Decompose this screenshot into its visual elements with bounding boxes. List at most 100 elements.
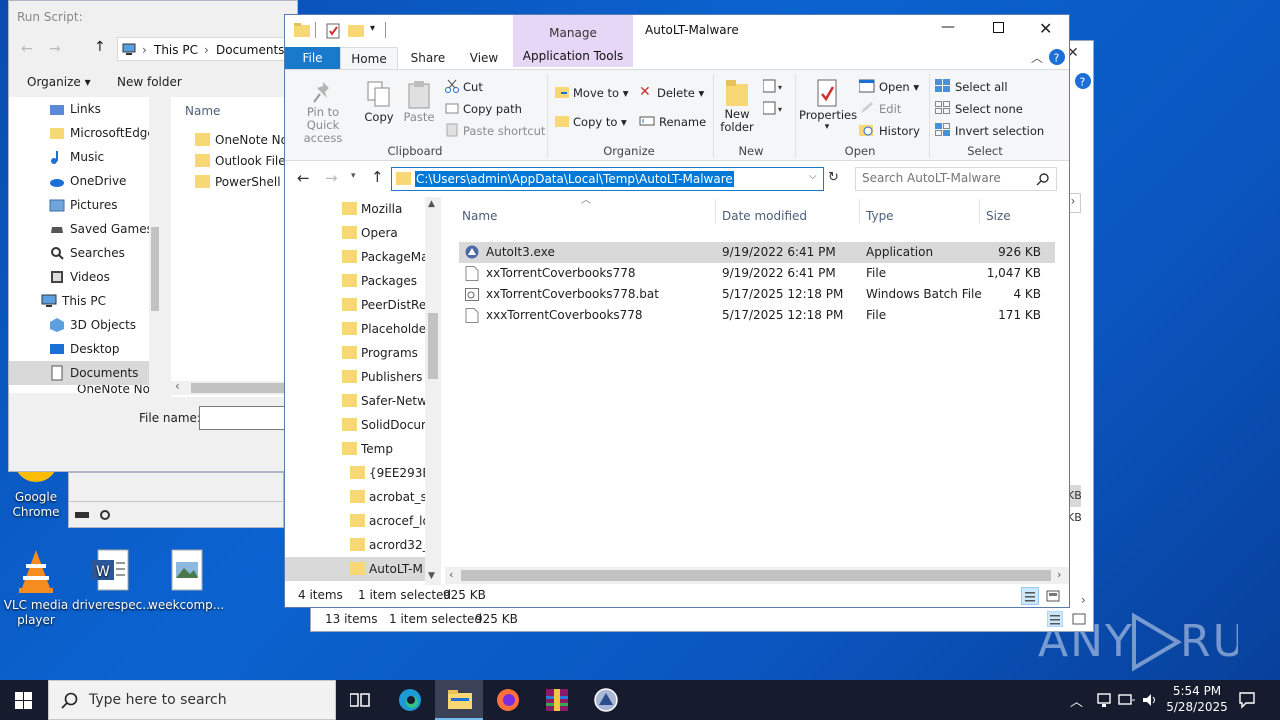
organize-button[interactable]: Organize ▾ [27, 75, 91, 89]
table-row[interactable]: AutoIt3.exe 9/19/2022 6:41 PM Applicatio… [459, 242, 1055, 263]
new-folder-button[interactable]: New folder [117, 75, 182, 89]
tree-scrollbar[interactable]: ▲ ▼ [425, 197, 441, 585]
tree-item[interactable]: acrobat_sb [285, 485, 425, 509]
nav-item-videos[interactable]: Videos [9, 265, 149, 289]
tree-item[interactable]: Mozilla [285, 197, 425, 221]
tree-item[interactable]: Opera [285, 221, 425, 245]
table-row[interactable]: xxTorrentCoverbooks778 9/19/2022 6:41 PM… [459, 263, 1055, 284]
taskbar-clock[interactable]: 5:54 PM 5/28/2025 [1160, 683, 1234, 715]
copy-button[interactable]: Copy [361, 80, 397, 140]
pin-to-quick-access-button[interactable]: Pin to Quick access [291, 80, 355, 145]
nav-item-desktop[interactable]: Desktop [9, 337, 149, 361]
nav-item-microsoftedge[interactable]: MicrosoftEdge [9, 121, 155, 145]
collapse-ribbon-icon[interactable]: ︿ [1031, 49, 1043, 66]
nav-item-links[interactable]: Links [9, 97, 149, 121]
details-view-icon[interactable] [1021, 587, 1039, 605]
nav-item-saved-games[interactable]: Saved Games [9, 217, 153, 241]
tree-item[interactable]: Packages [285, 269, 425, 293]
forward-button[interactable]: → [325, 169, 338, 187]
help-icon[interactable]: ? [1075, 73, 1091, 89]
tab-view[interactable]: View [459, 47, 509, 69]
scroll-thumb[interactable] [461, 570, 1051, 581]
taskbar-autoit[interactable] [582, 680, 630, 720]
table-row[interactable]: xxxTorrentCoverbooks778 5/17/2025 12:18 … [459, 305, 1055, 326]
tree-item[interactable]: {9EE293E3- [285, 461, 425, 485]
taskbar-winrar[interactable] [533, 680, 581, 720]
nav-item-music[interactable]: Music [9, 145, 149, 169]
properties-button[interactable]: Properties ▾ [799, 78, 857, 140]
task-view-button[interactable] [336, 680, 384, 720]
column-header-size[interactable]: Size [986, 209, 1011, 223]
tree-item[interactable]: Safer-Netwo [285, 389, 425, 413]
address-bar[interactable]: C:\Users\admin\AppData\Local\Temp\AutoLT… [391, 167, 824, 191]
paste-button[interactable]: Paste [401, 80, 437, 140]
refresh-button[interactable]: ↻ [828, 170, 839, 185]
nav-item-searches[interactable]: Searches [9, 241, 149, 265]
tree-item[interactable]: PeerDistRep [285, 293, 425, 317]
forward-button[interactable]: → [49, 41, 61, 57]
network-icon[interactable] [1096, 692, 1112, 708]
new-item-button[interactable]: ▾ [763, 78, 787, 94]
tree-item[interactable]: SolidDocum [285, 413, 425, 437]
list-item[interactable]: PowerShell [187, 173, 299, 193]
desktop-icon-vlc[interactable]: VLC media player [0, 548, 74, 628]
minimize-button[interactable]: — [941, 19, 955, 35]
large-icons-view-icon[interactable] [1071, 611, 1087, 627]
tree-item[interactable]: Placeholder [285, 317, 425, 341]
nav-scrollbar[interactable] [149, 97, 161, 393]
help-icon[interactable]: ? [1049, 49, 1065, 65]
up-button[interactable]: ↑ [94, 39, 106, 55]
up-button[interactable]: ↑ [371, 168, 384, 186]
column-header-date[interactable]: Date modified [722, 209, 807, 223]
desktop-icon-word-doc[interactable]: W driverespec... [72, 548, 154, 613]
maximize-button[interactable] [993, 22, 1004, 33]
back-button[interactable]: ← [297, 169, 310, 187]
customize-quick-access-icon[interactable]: ▾ [370, 23, 375, 34]
search-input[interactable] [862, 171, 1032, 185]
breadcrumb-this-pc[interactable]: This PC [154, 43, 198, 57]
tree-item[interactable]: acrord32_s [285, 533, 425, 557]
address-dropdown-icon[interactable]: ⌵ [809, 171, 817, 182]
properties-quick-icon[interactable] [325, 23, 341, 39]
nav-item-documents[interactable]: Documents [9, 361, 149, 385]
desktop-icon-image[interactable]: weekcomp... [148, 548, 224, 613]
column-header-type[interactable]: Type [866, 209, 894, 223]
new-folder-button[interactable]: New folder [717, 78, 757, 140]
taskbar-firefox[interactable] [484, 680, 532, 720]
tree-item-selected[interactable]: AutoLT-M [285, 557, 425, 581]
list-item[interactable]: Outlook Files [187, 152, 299, 172]
easy-access-button[interactable]: ▾ [763, 100, 787, 116]
column-header-name[interactable]: Name [462, 209, 497, 223]
taskbar-search-box[interactable]: Type here to search [48, 680, 336, 720]
tab-home[interactable]: Home [340, 47, 398, 69]
table-row[interactable]: xxTorrentCoverbooks778.bat 5/17/2025 12:… [459, 284, 1055, 305]
tree-item[interactable]: PackageMa [285, 245, 425, 269]
network-wired-icon[interactable] [1118, 692, 1136, 708]
details-view-icon[interactable] [1047, 611, 1063, 627]
notification-icon[interactable] [1238, 691, 1256, 709]
tab-file[interactable]: File [285, 47, 340, 69]
tree-item[interactable]: Publishers [285, 365, 425, 389]
file-list-hscrollbar[interactable]: ‹ › [445, 567, 1069, 584]
tree-item[interactable]: acrocef_lo [285, 509, 425, 533]
dialog-address-bar[interactable]: › This PC › Documents [117, 37, 299, 61]
nav-item-this-pc[interactable]: This PC [9, 289, 149, 313]
nav-item-3d-objects[interactable]: 3D Objects [9, 313, 149, 337]
recent-locations-button[interactable]: ▾ [351, 171, 356, 181]
nav-item-onedrive[interactable]: OneDrive [9, 169, 149, 193]
start-button[interactable] [0, 680, 48, 720]
breadcrumb-documents[interactable]: Documents [216, 43, 284, 57]
new-folder-quick-icon[interactable] [348, 23, 364, 37]
volume-icon[interactable] [1142, 692, 1158, 708]
list-item[interactable]: OneNote Note [187, 131, 300, 151]
large-icons-view-icon[interactable] [1045, 588, 1061, 604]
address-path[interactable]: C:\Users\admin\AppData\Local\Temp\AutoLT… [415, 171, 734, 187]
back-button[interactable]: ← [21, 41, 33, 57]
scroll-thumb[interactable] [428, 313, 438, 379]
tab-share[interactable]: Share [403, 47, 453, 69]
name-column-header[interactable]: Name [185, 104, 220, 118]
nav-item-onenote[interactable]: OneNote Not [9, 385, 149, 393]
horizontal-scrollbar[interactable]: ‹ [171, 379, 299, 395]
close-button[interactable]: ✕ [1039, 19, 1052, 38]
taskbar-file-explorer[interactable] [435, 680, 483, 720]
